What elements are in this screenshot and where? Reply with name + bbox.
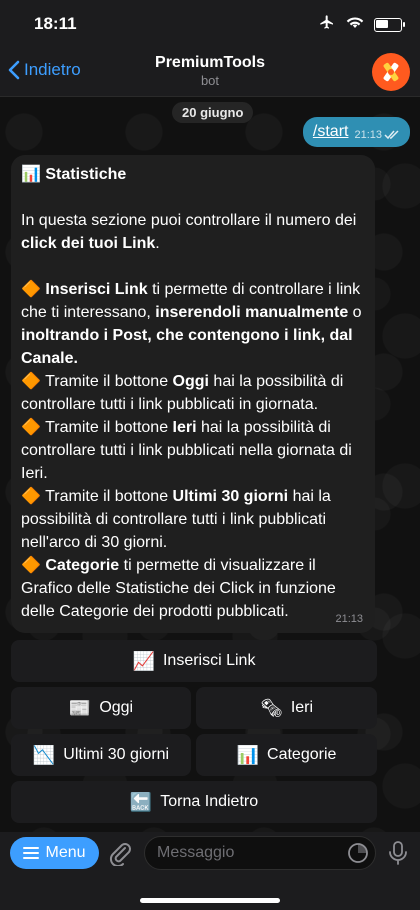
p3-text-1: Tramite il bottone xyxy=(40,419,173,436)
incoming-message: 📊 Statistiche In questa sezione puoi con… xyxy=(11,155,375,633)
menu-label: Menu xyxy=(45,844,86,861)
categorie-button[interactable]: 📊 Categorie xyxy=(196,734,377,776)
paragraph-categorie: 🔶 Categorie ti permette di visualizzare … xyxy=(21,554,365,623)
message-body: 📊 Statistiche In questa sezione puoi con… xyxy=(11,163,375,623)
chart-down-icon: 📉 xyxy=(32,744,56,765)
rolled-newspaper-icon: 🗞 xyxy=(259,697,283,718)
sticker-icon[interactable] xyxy=(347,842,369,869)
p4-text-1: Tramite il bottone xyxy=(40,488,173,505)
button-label: Ultimi 30 giorni xyxy=(63,746,170,763)
date-separator: 20 giugno xyxy=(172,102,254,123)
chat-header[interactable]: PremiumTools bot xyxy=(0,54,420,88)
chart-emoji: 📊 xyxy=(21,166,41,183)
ultimi-30-giorni-button[interactable]: 📉 Ultimi 30 giorni xyxy=(11,734,191,776)
heading-text: Statistiche xyxy=(45,166,127,183)
paragraph-oggi: 🔶 Tramite il bottone Oggi hai la possibi… xyxy=(21,370,365,416)
bot-avatar[interactable] xyxy=(372,53,410,91)
newspaper-icon: 📰 xyxy=(68,697,92,718)
bullet-icon: 🔶 xyxy=(21,557,41,574)
p1-bold-1: Inserisci Link xyxy=(45,281,148,298)
message-heading: 📊 Statistiche xyxy=(21,163,365,186)
command-link[interactable]: /start xyxy=(313,123,349,141)
p2-text-1: Tramite il bottone xyxy=(40,373,173,390)
bar-chart-icon: 📊 xyxy=(236,744,260,765)
paragraph-inserisci: 🔶 Inserisci Link ti permette di controll… xyxy=(21,278,365,370)
button-label: Ieri xyxy=(290,699,314,716)
button-label: Categorie xyxy=(267,746,337,763)
double-check-icon xyxy=(384,130,399,140)
message-meta: 21:13 xyxy=(354,129,400,141)
intro-paragraph: In questa sezione puoi controllare il nu… xyxy=(21,209,365,255)
button-label: Torna Indietro xyxy=(160,793,259,810)
paragraph-ieri: 🔶 Tramite il bottone Ieri hai la possibi… xyxy=(21,416,365,485)
navigation-bar: Indietro PremiumTools bot xyxy=(0,48,420,97)
ieri-button[interactable]: 🗞 Ieri xyxy=(196,687,377,729)
status-bar: 18:11 xyxy=(0,0,420,48)
p2-bold: Oggi xyxy=(172,373,209,390)
intro-bold: click dei tuoi Link xyxy=(21,235,156,252)
home-indicator[interactable] xyxy=(140,898,280,903)
chart-up-icon: 📈 xyxy=(132,650,155,671)
intro-text: In questa sezione puoi controllare il nu… xyxy=(21,212,357,229)
bullet-icon: 🔶 xyxy=(21,488,41,505)
message-time: 21:13 xyxy=(335,613,363,625)
bullet-icon: 🔶 xyxy=(21,373,41,390)
p4-bold: Ultimi 30 giorni xyxy=(172,488,289,505)
attach-icon[interactable] xyxy=(108,840,132,871)
status-time: 18:11 xyxy=(34,14,77,33)
paragraph-ultimi: 🔶 Tramite il bottone Ultimi 30 giorni ha… xyxy=(21,485,365,554)
p1-bold-2: inserendoli manualmente xyxy=(155,304,349,321)
button-label: Oggi xyxy=(99,699,134,716)
chat-subtitle: bot xyxy=(200,73,220,88)
inserisci-link-button[interactable]: 📈 Inserisci Link xyxy=(11,640,377,682)
airplane-icon xyxy=(318,14,336,35)
p1-bold-3: inoltrando i Post, che contengono i link… xyxy=(21,327,353,367)
tools-logo-icon xyxy=(383,62,399,82)
bullet-icon: 🔶 xyxy=(21,281,41,298)
microphone-icon[interactable] xyxy=(388,840,408,871)
status-icons xyxy=(318,14,405,35)
menu-button[interactable]: Menu xyxy=(10,837,99,869)
p3-bold: Ieri xyxy=(172,419,197,436)
p1-text-2: o xyxy=(348,304,362,321)
back-arrow-icon: 🔙 xyxy=(129,791,153,812)
button-label: Inserisci Link xyxy=(162,652,256,669)
bullet-icon: 🔶 xyxy=(21,419,41,436)
chat-title: PremiumTools xyxy=(155,54,265,71)
oggi-button[interactable]: 📰 Oggi xyxy=(11,687,191,729)
wifi-icon xyxy=(346,15,364,34)
intro-end: . xyxy=(155,235,160,252)
torna-indietro-button[interactable]: 🔙 Torna Indietro xyxy=(11,781,377,823)
battery-icon xyxy=(374,17,405,32)
outgoing-message[interactable]: /start 21:13 xyxy=(302,117,410,147)
hamburger-icon xyxy=(23,847,40,859)
p5-bold: Categorie xyxy=(45,557,120,574)
message-field[interactable] xyxy=(144,836,376,870)
message-time: 21:13 xyxy=(354,129,382,141)
